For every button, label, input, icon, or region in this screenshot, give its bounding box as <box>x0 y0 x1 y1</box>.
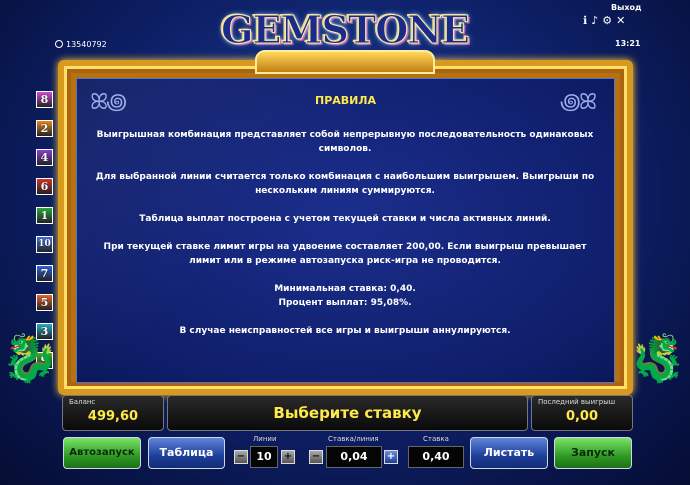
top-icon-bar: ℹ♪⚙✕ <box>583 14 629 27</box>
dragon-ornament-right: 🐉 <box>629 331 687 385</box>
lines-label: Линии <box>253 435 277 443</box>
info-icon[interactable]: ℹ <box>583 14 591 27</box>
frame-crest <box>255 50 435 74</box>
rules-paragraph: В случае неисправностей все игры и выигр… <box>179 326 511 336</box>
message-display: Выберите ставку <box>167 395 528 431</box>
game-logo: GEMSTONE JACKPOT <box>221 7 471 101</box>
status-message: Выберите ставку <box>273 404 422 422</box>
bet-per-line-plus-button[interactable]: + <box>384 450 398 464</box>
lines-minus-button[interactable]: − <box>234 450 248 464</box>
bet-per-line-minus-button[interactable]: − <box>309 450 323 464</box>
exit-label[interactable]: Выход <box>611 3 641 12</box>
lines-value: 10 <box>250 446 278 468</box>
line-marker[interactable]: 4 <box>36 149 53 166</box>
rules-title: ПРАВИЛА <box>314 94 377 107</box>
line-marker[interactable]: 5 <box>36 294 53 311</box>
line-marker[interactable]: 6 <box>36 178 53 195</box>
sound-icon[interactable]: ♪ <box>591 14 602 27</box>
rules-paragraph: Таблица выплат построена с учетом текуще… <box>139 214 551 224</box>
rules-paragraph: Минимальная ставка: 0,40. <box>274 284 416 294</box>
line-marker[interactable]: 7 <box>36 265 53 282</box>
line-marker[interactable]: 1 <box>36 207 53 224</box>
lines-plus-button[interactable]: + <box>281 450 295 464</box>
line-marker[interactable]: 8 <box>36 91 53 108</box>
start-button[interactable]: Запуск <box>554 437 632 469</box>
balance-display: Баланс 499,60 <box>62 395 164 431</box>
rules-paragraph: Выигрышная комбинация представляет собой… <box>96 130 594 154</box>
session-id-text: 13540792 <box>66 40 107 49</box>
rules-paragraph: Для выбранной линии считается только ком… <box>95 172 595 196</box>
settings-icon[interactable]: ⚙ <box>602 14 616 27</box>
rules-paragraph: Процент выплат: 95,08%. <box>278 298 412 308</box>
last-win-display: Последний выигрыш 0,00 <box>531 395 633 431</box>
balance-value: 499,60 <box>87 409 139 424</box>
autoplay-button[interactable]: Автозапуск <box>63 437 141 469</box>
clock: 13:21 <box>615 39 641 48</box>
bet-label: Ставка <box>423 435 449 443</box>
line-marker[interactable]: 2 <box>36 120 53 137</box>
bet-per-line-label: Ставка/линия <box>328 435 379 443</box>
last-win-value: 0,00 <box>565 409 599 424</box>
session-id: 13540792 <box>55 40 107 49</box>
last-win-label: Последний выигрыш <box>538 398 616 406</box>
close-icon[interactable]: ✕ <box>616 14 629 27</box>
bet-per-line-value: 0,04 <box>326 446 382 468</box>
session-icon <box>55 40 63 48</box>
balance-label: Баланс <box>69 398 96 406</box>
line-marker[interactable]: 10 <box>36 236 53 253</box>
bet-value: 0,40 <box>408 446 464 468</box>
dragon-ornament-left: 🐉 <box>1 331 59 385</box>
page-button[interactable]: Листать <box>470 437 548 469</box>
rules-paragraph: При текущей ставке лимит игры на удвоени… <box>103 242 587 266</box>
paytable-button[interactable]: Таблица <box>148 437 225 469</box>
